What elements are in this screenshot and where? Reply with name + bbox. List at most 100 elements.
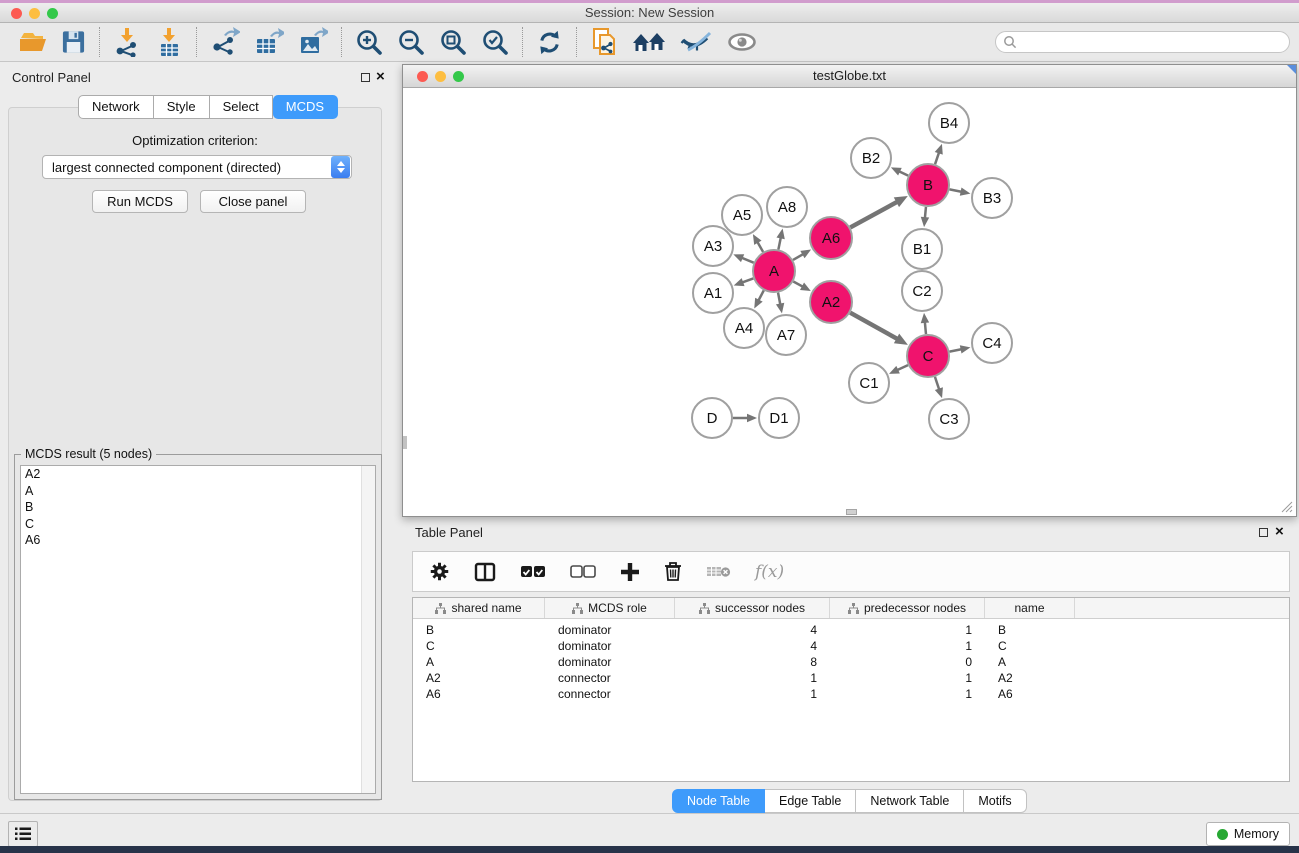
minimize-window-button[interactable] <box>29 8 40 19</box>
search-input[interactable] <box>1017 33 1289 51</box>
run-mcds-button[interactable]: Run MCDS <box>92 190 188 213</box>
column-header-name[interactable]: name <box>985 598 1075 618</box>
graph-edge-C-C3[interactable] <box>935 377 940 391</box>
table-cell[interactable]: A6 <box>413 686 545 702</box>
network-maximize-button[interactable] <box>453 71 464 82</box>
network-graph[interactable]: AA1A2A3A4A5A6A7A8BB1B2B3B4CC1C2C3C4DD1 <box>403 88 1296 516</box>
table-cell[interactable] <box>1075 686 1289 702</box>
table-cell[interactable]: 1 <box>830 638 985 654</box>
delete-column-button[interactable] <box>664 561 682 582</box>
table-cell[interactable]: 1 <box>830 622 985 638</box>
table-cell[interactable]: A2 <box>985 670 1075 686</box>
tab-network[interactable]: Network <box>78 95 154 119</box>
zoom-in-button[interactable] <box>348 25 390 59</box>
tab-select[interactable]: Select <box>210 95 273 119</box>
clear-table-button[interactable] <box>706 564 731 579</box>
memory-button[interactable]: Memory <box>1206 822 1290 846</box>
column-header-mcds-role[interactable]: MCDS role <box>545 598 675 618</box>
table-cell[interactable]: 4 <box>675 622 830 638</box>
function-builder-icon[interactable]: f(x) <box>755 562 784 582</box>
table-cell[interactable]: 1 <box>675 686 830 702</box>
mcds-result-item[interactable]: B <box>21 499 375 516</box>
network-canvas[interactable]: AA1A2A3A4A5A6A7A8BB1B2B3B4CC1C2C3C4DD1 <box>403 88 1296 516</box>
search-field[interactable] <box>995 31 1290 53</box>
table-cell[interactable]: 4 <box>675 638 830 654</box>
graph-edge-B-B4[interactable] <box>935 151 939 164</box>
table-row[interactable]: A2connector11A2 <box>413 670 1289 686</box>
table-cell[interactable]: dominator <box>545 638 675 654</box>
table-settings-button[interactable] <box>429 561 450 582</box>
table-body[interactable]: Bdominator41BCdominator41CAdominator80AA… <box>413 619 1289 702</box>
control-panel-close-icon[interactable]: × <box>376 68 385 85</box>
table-panel-close-icon[interactable]: × <box>1275 523 1284 540</box>
mcds-list-scrollbar[interactable] <box>361 466 375 793</box>
table-cell[interactable]: 1 <box>830 686 985 702</box>
table-cell[interactable]: A <box>413 654 545 670</box>
tab-mcds[interactable]: MCDS <box>273 95 338 119</box>
mcds-result-item[interactable]: C <box>21 516 375 533</box>
close-window-button[interactable] <box>11 8 22 19</box>
export-image-button[interactable] <box>291 25 335 59</box>
table-cell[interactable]: 1 <box>675 670 830 686</box>
add-column-button[interactable] <box>620 562 640 582</box>
mcds-result-item[interactable]: A2 <box>21 466 375 483</box>
table-cell[interactable]: A6 <box>985 686 1075 702</box>
home-layout-button[interactable] <box>625 25 673 59</box>
table-row[interactable]: Bdominator41B <box>413 622 1289 638</box>
tab-style[interactable]: Style <box>154 95 210 119</box>
hide-details-button[interactable] <box>673 25 719 59</box>
zoom-fit-button[interactable] <box>432 25 474 59</box>
control-panel-float-icon[interactable] <box>361 73 370 82</box>
export-network-button[interactable] <box>203 25 247 59</box>
table-cell[interactable]: B <box>985 622 1075 638</box>
column-visibility-button[interactable] <box>474 562 496 582</box>
zoom-out-button[interactable] <box>390 25 432 59</box>
table-cell[interactable]: 1 <box>830 670 985 686</box>
network-horizontal-scrollbar[interactable] <box>846 509 857 515</box>
node-table[interactable]: shared name MCDS role successor nodes pr… <box>412 597 1290 782</box>
import-table-button[interactable] <box>148 25 190 59</box>
table-cell[interactable]: 0 <box>830 654 985 670</box>
network-minimize-button[interactable] <box>435 71 446 82</box>
table-row[interactable]: A6connector11A6 <box>413 686 1289 702</box>
table-cell[interactable] <box>1075 654 1289 670</box>
table-cell[interactable]: C <box>985 638 1075 654</box>
table-cell[interactable]: B <box>413 622 545 638</box>
table-cell[interactable] <box>1075 670 1289 686</box>
column-header-shared-name[interactable]: shared name <box>413 598 545 618</box>
table-cell[interactable]: dominator <box>545 622 675 638</box>
zoom-window-button[interactable] <box>47 8 58 19</box>
close-panel-button[interactable]: Close panel <box>200 190 306 213</box>
table-row[interactable]: Adominator80A <box>413 654 1289 670</box>
table-cell[interactable] <box>1075 638 1289 654</box>
mcds-result-item[interactable]: A6 <box>21 532 375 549</box>
graph-edge-A2-C[interactable] <box>850 313 898 340</box>
zoom-selected-button[interactable] <box>474 25 516 59</box>
tab-node-table[interactable]: Node Table <box>672 789 765 813</box>
column-header-successor-nodes[interactable]: successor nodes <box>675 598 830 618</box>
graph-edge-A6-B[interactable] <box>850 201 898 227</box>
mcds-result-list[interactable]: A2ABCA6 <box>20 465 376 794</box>
network-close-button[interactable] <box>417 71 428 82</box>
table-row[interactable]: Cdominator41C <box>413 638 1289 654</box>
column-header-predecessor-nodes[interactable]: predecessor nodes <box>830 598 985 618</box>
table-cell[interactable] <box>1075 622 1289 638</box>
mcds-result-item[interactable]: A <box>21 483 375 500</box>
table-cell[interactable]: C <box>413 638 545 654</box>
table-cell[interactable]: A2 <box>413 670 545 686</box>
export-table-button[interactable] <box>247 25 291 59</box>
table-cell[interactable]: 8 <box>675 654 830 670</box>
select-all-rows-button[interactable] <box>520 565 546 579</box>
graph-edge-A-A3[interactable] <box>741 257 754 262</box>
save-session-button[interactable] <box>54 25 93 59</box>
resize-grip-icon[interactable] <box>1280 500 1294 514</box>
table-cell[interactable]: connector <box>545 670 675 686</box>
deselect-all-rows-button[interactable] <box>570 565 596 579</box>
duplicate-network-button[interactable] <box>583 25 625 59</box>
open-session-button[interactable] <box>12 25 54 59</box>
show-details-button[interactable] <box>719 25 765 59</box>
show-panels-list-button[interactable] <box>8 821 38 847</box>
tab-motifs[interactable]: Motifs <box>964 789 1026 813</box>
table-cell[interactable]: A <box>985 654 1075 670</box>
network-window-titlebar[interactable]: testGlobe.txt <box>403 65 1296 88</box>
